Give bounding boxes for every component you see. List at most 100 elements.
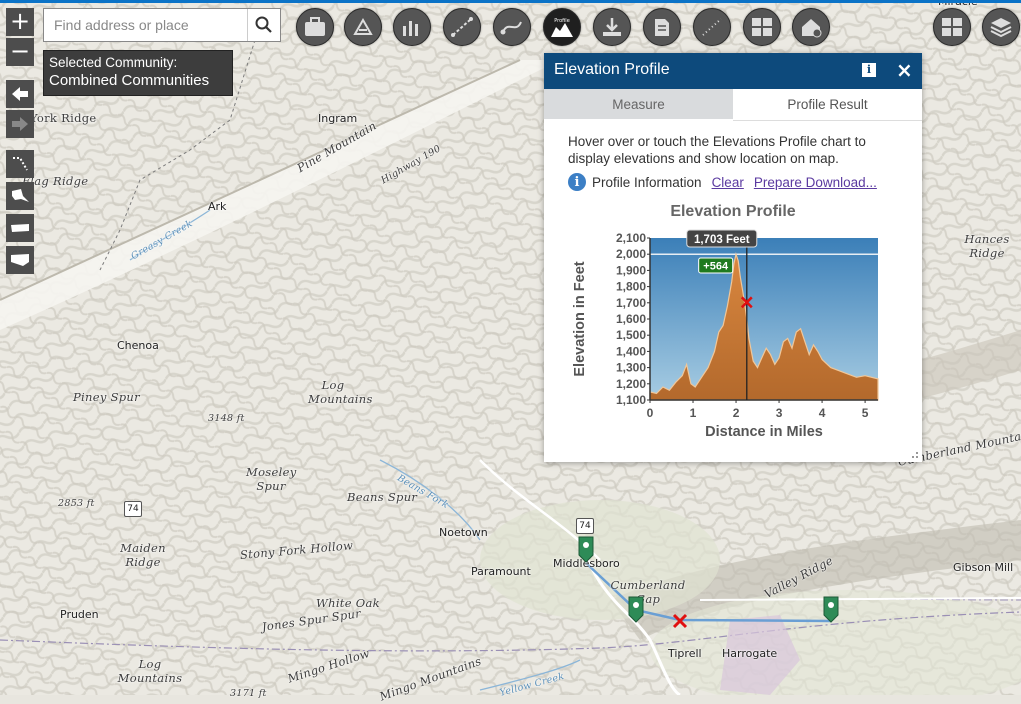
extent-puerto-rico-button[interactable] bbox=[6, 214, 34, 242]
top-accent-bar bbox=[0, 0, 1021, 3]
zoom-out-button[interactable]: − bbox=[6, 38, 34, 66]
profile-info-label: Profile Information bbox=[592, 174, 702, 190]
alaska-icon bbox=[12, 189, 29, 202]
panel-header: Elevation Profile i × bbox=[544, 53, 922, 91]
elevation-chart[interactable]: 1,100 1,200 1,300 1,400 1,500 1,600 1,700 1,800… bbox=[544, 223, 922, 453]
download-button[interactable] bbox=[593, 8, 631, 46]
grid-icon bbox=[752, 18, 772, 36]
x-tick-label: 4 bbox=[819, 406, 826, 420]
info-icon[interactable]: i bbox=[862, 63, 876, 77]
y-tick-label: 1,400 bbox=[616, 344, 646, 358]
tab-profile-result[interactable]: Profile Result bbox=[733, 89, 922, 121]
map-label: Tiprell bbox=[668, 647, 702, 660]
track-button[interactable] bbox=[693, 8, 731, 46]
clear-link[interactable]: Clear bbox=[712, 175, 744, 190]
home-add-icon bbox=[802, 19, 822, 38]
back-extent-button[interactable] bbox=[6, 80, 34, 108]
x-tick-label: 5 bbox=[862, 406, 869, 420]
measure-icon bbox=[451, 17, 473, 37]
panel-tabs: Measure Profile Result bbox=[544, 89, 922, 121]
map-label: Cumberland Gap bbox=[610, 578, 686, 606]
route-start-marker[interactable] bbox=[577, 535, 595, 563]
highway-shield: 74 bbox=[124, 501, 142, 517]
layers-button[interactable] bbox=[982, 8, 1020, 46]
community-label: Selected Community: bbox=[49, 55, 178, 70]
zoom-in-button[interactable]: + bbox=[6, 8, 34, 36]
puerto-rico-icon bbox=[11, 224, 29, 232]
y-tick-label: 1,100 bbox=[616, 393, 646, 407]
map-label: Log Mountains bbox=[117, 657, 183, 685]
map-label: Beans Spur bbox=[347, 490, 418, 504]
tab-measure[interactable]: Measure bbox=[544, 89, 733, 119]
y-tick-label: 1,600 bbox=[616, 312, 646, 326]
route-vertex-marker[interactable] bbox=[627, 595, 645, 623]
x-tick-label: 3 bbox=[776, 406, 783, 420]
chart-title: Elevation Profile bbox=[670, 203, 796, 220]
basemap-gallery-button[interactable] bbox=[933, 8, 971, 46]
arrow-right-icon bbox=[12, 117, 28, 131]
map-label: Moseley Spur bbox=[246, 465, 297, 493]
extent-alaska-button[interactable] bbox=[6, 182, 34, 210]
forward-extent-button[interactable] bbox=[6, 110, 34, 138]
prepare-download-link[interactable]: Prepare Download... bbox=[754, 175, 877, 190]
search-button[interactable] bbox=[247, 9, 280, 41]
close-icon[interactable]: × bbox=[896, 58, 913, 82]
print-button[interactable] bbox=[643, 8, 681, 46]
search-input[interactable] bbox=[44, 9, 248, 41]
elevation-profile-label: Profile bbox=[554, 18, 570, 24]
y-tick-label: 2,100 bbox=[616, 231, 646, 245]
x-tick-label: 2 bbox=[733, 406, 740, 420]
route-button[interactable] bbox=[493, 8, 531, 46]
draw-icon bbox=[353, 17, 373, 35]
extent-usa-button[interactable] bbox=[6, 246, 34, 274]
grid-button[interactable] bbox=[743, 8, 781, 46]
briefcase-icon bbox=[305, 17, 325, 36]
x-tick-label: 1 bbox=[690, 406, 697, 420]
highway-shield: 74 bbox=[576, 518, 594, 534]
cursor-label: 1,703 Feet bbox=[694, 234, 750, 246]
home-add-button[interactable] bbox=[792, 8, 830, 46]
map-label: Ark bbox=[208, 200, 227, 213]
track-icon bbox=[702, 18, 722, 36]
elevation-profile-panel: Elevation Profile i × Measure Profile Re… bbox=[544, 53, 922, 462]
route-end-marker[interactable] bbox=[822, 595, 840, 623]
basemap-gallery-icon bbox=[942, 18, 962, 36]
y-tick-label: 1,700 bbox=[616, 296, 646, 310]
map-label: Hances Ridge bbox=[964, 232, 1010, 260]
elevation-profile-icon: Profile bbox=[551, 18, 573, 37]
y-axis-label: Elevation in Feet bbox=[572, 261, 588, 376]
resize-handle-icon[interactable] bbox=[911, 451, 919, 459]
y-tick-label: 1,500 bbox=[616, 328, 646, 342]
y-tick-label: 1,200 bbox=[616, 377, 646, 391]
map-label: 2853 ft bbox=[58, 498, 95, 509]
search-icon bbox=[255, 16, 272, 33]
selected-community-box[interactable]: Selected Community: Combined Communities bbox=[43, 50, 233, 96]
map-label: Pruden bbox=[60, 608, 99, 621]
extent-conus-button[interactable] bbox=[6, 150, 34, 178]
y-tick-label: 2,000 bbox=[616, 247, 646, 261]
draw-button[interactable] bbox=[344, 8, 382, 46]
map-label: Piney Spur bbox=[73, 390, 140, 404]
elevation-profile-button[interactable]: Profile bbox=[543, 8, 581, 46]
print-icon bbox=[655, 19, 669, 36]
chart-button[interactable] bbox=[393, 8, 431, 46]
map-label: Chenoa bbox=[117, 339, 159, 352]
search-box bbox=[43, 8, 281, 42]
download-icon bbox=[603, 18, 621, 36]
profile-info-row: i Profile Information Clear Prepare Down… bbox=[568, 171, 877, 193]
map-label: Ingram bbox=[318, 112, 358, 125]
x-axis-label: Distance in Miles bbox=[705, 424, 823, 440]
arrow-left-icon bbox=[12, 87, 28, 101]
info-circle-icon[interactable]: i bbox=[568, 173, 586, 191]
help-text: Hover over or touch the Elevations Profi… bbox=[568, 134, 866, 166]
y-tick-label: 1,900 bbox=[616, 263, 646, 277]
briefcase-button[interactable] bbox=[296, 8, 334, 46]
map-label: Gibson Mill bbox=[953, 561, 1014, 574]
route-icon bbox=[500, 21, 522, 35]
map-label: Paramount bbox=[471, 565, 531, 578]
map-label: Noetown bbox=[439, 526, 488, 539]
panel-title: Elevation Profile bbox=[554, 61, 670, 78]
y-tick-label: 1,800 bbox=[616, 280, 646, 294]
measure-button[interactable] bbox=[443, 8, 481, 46]
community-value: Combined Communities bbox=[49, 72, 210, 89]
